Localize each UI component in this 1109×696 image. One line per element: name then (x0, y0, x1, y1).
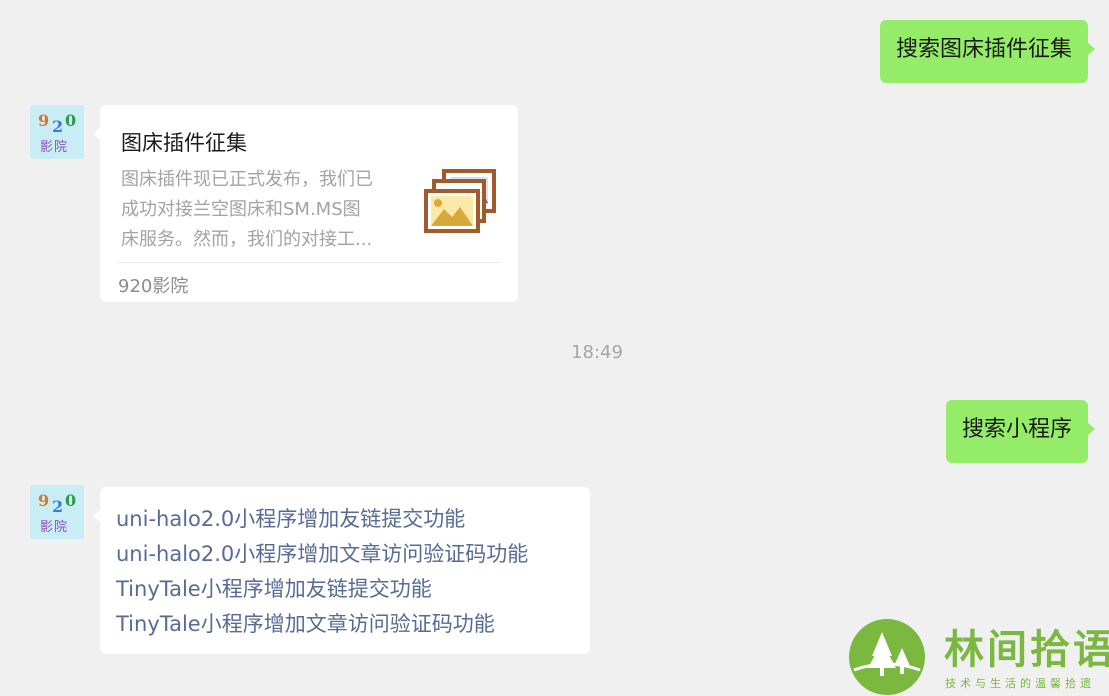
chat-window: 搜索图床插件征集 9 2 0 影院 图床插件征集 图床插件现已正式发布，我们已 … (0, 0, 1109, 696)
avatar-label: 影院 (40, 520, 69, 535)
card-description-line: 图床插件现已正式发布，我们已 (121, 169, 373, 190)
card-source: 920影院 (118, 276, 189, 297)
card-divider (118, 262, 502, 263)
image-gallery-icon (424, 169, 496, 233)
avatar-digit: 0 (65, 111, 77, 130)
watermark: 林间拾语 技术与生活的温馨拾遗 (848, 618, 1109, 696)
article-card[interactable]: 图床插件征集 图床插件现已正式发布，我们已 成功对接兰空图床和SM.MS图 床服… (93, 105, 518, 302)
avatar-digit: 0 (65, 491, 77, 510)
avatar-digit: 9 (38, 491, 50, 510)
incoming-message-bubble: uni-halo2.0小程序增加友链提交功能 uni-halo2.0小程序增加文… (93, 487, 590, 654)
watermark-subtitle: 技术与生活的温馨拾遗 (945, 677, 1095, 690)
message-link[interactable]: TinyTale小程序增加友链提交功能 (116, 572, 574, 607)
avatar[interactable]: 9 2 0 影院 (30, 485, 84, 539)
card-description-line: 成功对接兰空图床和SM.MS图 (121, 199, 361, 220)
avatar-digit: 9 (38, 111, 50, 130)
message-link[interactable]: uni-halo2.0小程序增加文章访问验证码功能 (116, 537, 574, 572)
avatar-digit: 2 (52, 117, 64, 136)
message-link[interactable]: uni-halo2.0小程序增加友链提交功能 (116, 502, 574, 537)
avatar[interactable]: 9 2 0 影院 (30, 105, 84, 159)
watermark-title: 林间拾语 (944, 627, 1109, 673)
outgoing-message-bubble[interactable]: 搜索小程序 (945, 400, 1096, 463)
watermark-logo-icon (849, 619, 925, 695)
card-title: 图床插件征集 (121, 131, 247, 155)
card-description: 图床插件现已正式发布，我们已 成功对接兰空图床和SM.MS图 床服务。然而，我们… (121, 165, 413, 255)
message-link[interactable]: TinyTale小程序增加文章访问验证码功能 (116, 607, 574, 642)
avatar-label: 影院 (40, 140, 69, 155)
message-timestamp: 18:49 (571, 342, 623, 363)
avatar-digit: 2 (52, 497, 64, 516)
outgoing-message-bubble[interactable]: 搜索图床插件征集 (879, 20, 1096, 83)
card-description-line: 床服务。然而，我们的对接工... (121, 229, 373, 250)
